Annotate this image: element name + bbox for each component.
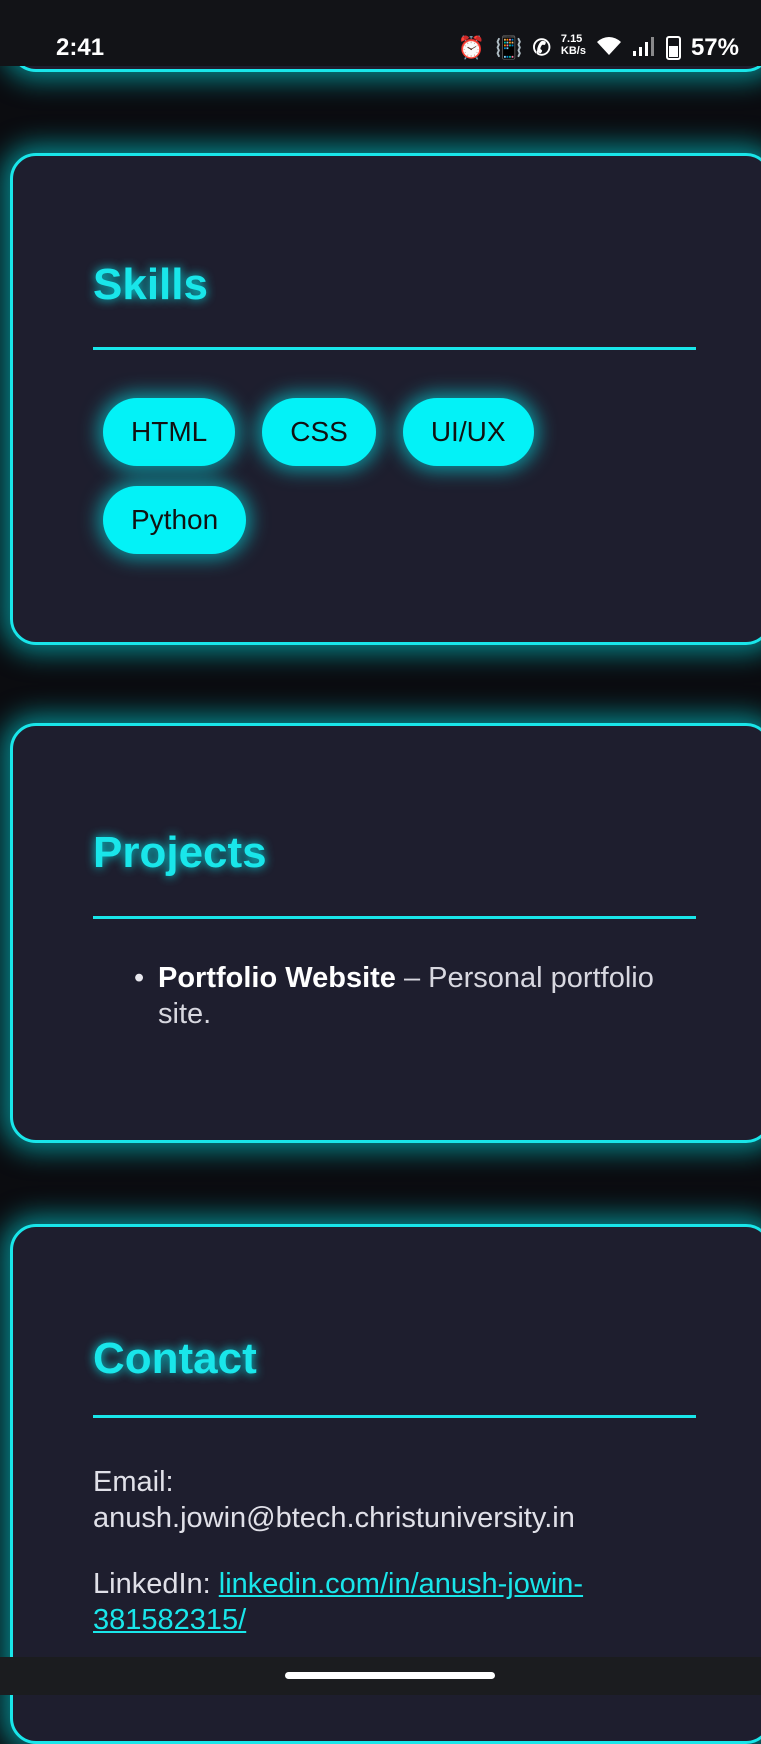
vibrate-icon: 📳: [495, 35, 523, 60]
linkedin-label: LinkedIn:: [93, 1568, 219, 1600]
network-speed-unit: KB/s: [560, 45, 586, 57]
signal-icon: [632, 36, 656, 60]
project-item: • Portfolio Website – Personal portfolio…: [134, 960, 703, 1032]
navigation-bar: [0, 1657, 761, 1695]
battery-icon: [665, 36, 681, 60]
status-bar: 2:41 ⏰ 📳 ✆ 7.15 KB/s 57%: [0, 0, 761, 66]
skills-card: Skills HTML CSS UI/UX Python: [10, 153, 761, 645]
contact-linkedin: LinkedIn: linkedin.com/in/anush-jowin-38…: [93, 1566, 713, 1638]
contact-title: Contact: [93, 1334, 257, 1383]
bullet-icon: •: [134, 962, 145, 994]
contact-divider: [93, 1415, 696, 1418]
skill-pill[interactable]: UI/UX: [402, 398, 534, 466]
battery-percent: 57%: [690, 34, 739, 61]
status-icons: ⏰ 📳 ✆ 7.15 KB/s 57%: [457, 33, 739, 62]
alarm-icon: ⏰: [457, 35, 486, 60]
skill-pill[interactable]: CSS: [262, 398, 376, 466]
wifi-icon: [596, 35, 622, 61]
network-speed: 7.15 KB/s: [561, 33, 586, 57]
project-name: Portfolio Website: [158, 962, 396, 994]
skills-divider: [93, 347, 696, 350]
skill-pill[interactable]: Python: [103, 486, 247, 554]
projects-card: Projects • Portfolio Website – Personal …: [10, 723, 761, 1143]
skills-list: HTML CSS UI/UX Python: [103, 398, 583, 554]
contact-email: Email: anush.jowin@btech.christuniversit…: [93, 1464, 713, 1536]
home-gesture-handle[interactable]: [285, 1672, 495, 1679]
projects-divider: [93, 916, 696, 919]
skills-title: Skills: [93, 260, 208, 309]
skill-pill[interactable]: HTML: [103, 398, 236, 466]
call-icon: ✆: [532, 35, 551, 60]
email-label: Email:: [93, 1466, 174, 1498]
projects-title: Projects: [93, 828, 267, 877]
projects-list: • Portfolio Website – Personal portfolio…: [134, 960, 703, 1032]
network-speed-value: 7.15: [560, 33, 583, 45]
status-time: 2:41: [56, 34, 105, 61]
email-value: anush.jowin@btech.christuniversity.in: [93, 1502, 575, 1534]
